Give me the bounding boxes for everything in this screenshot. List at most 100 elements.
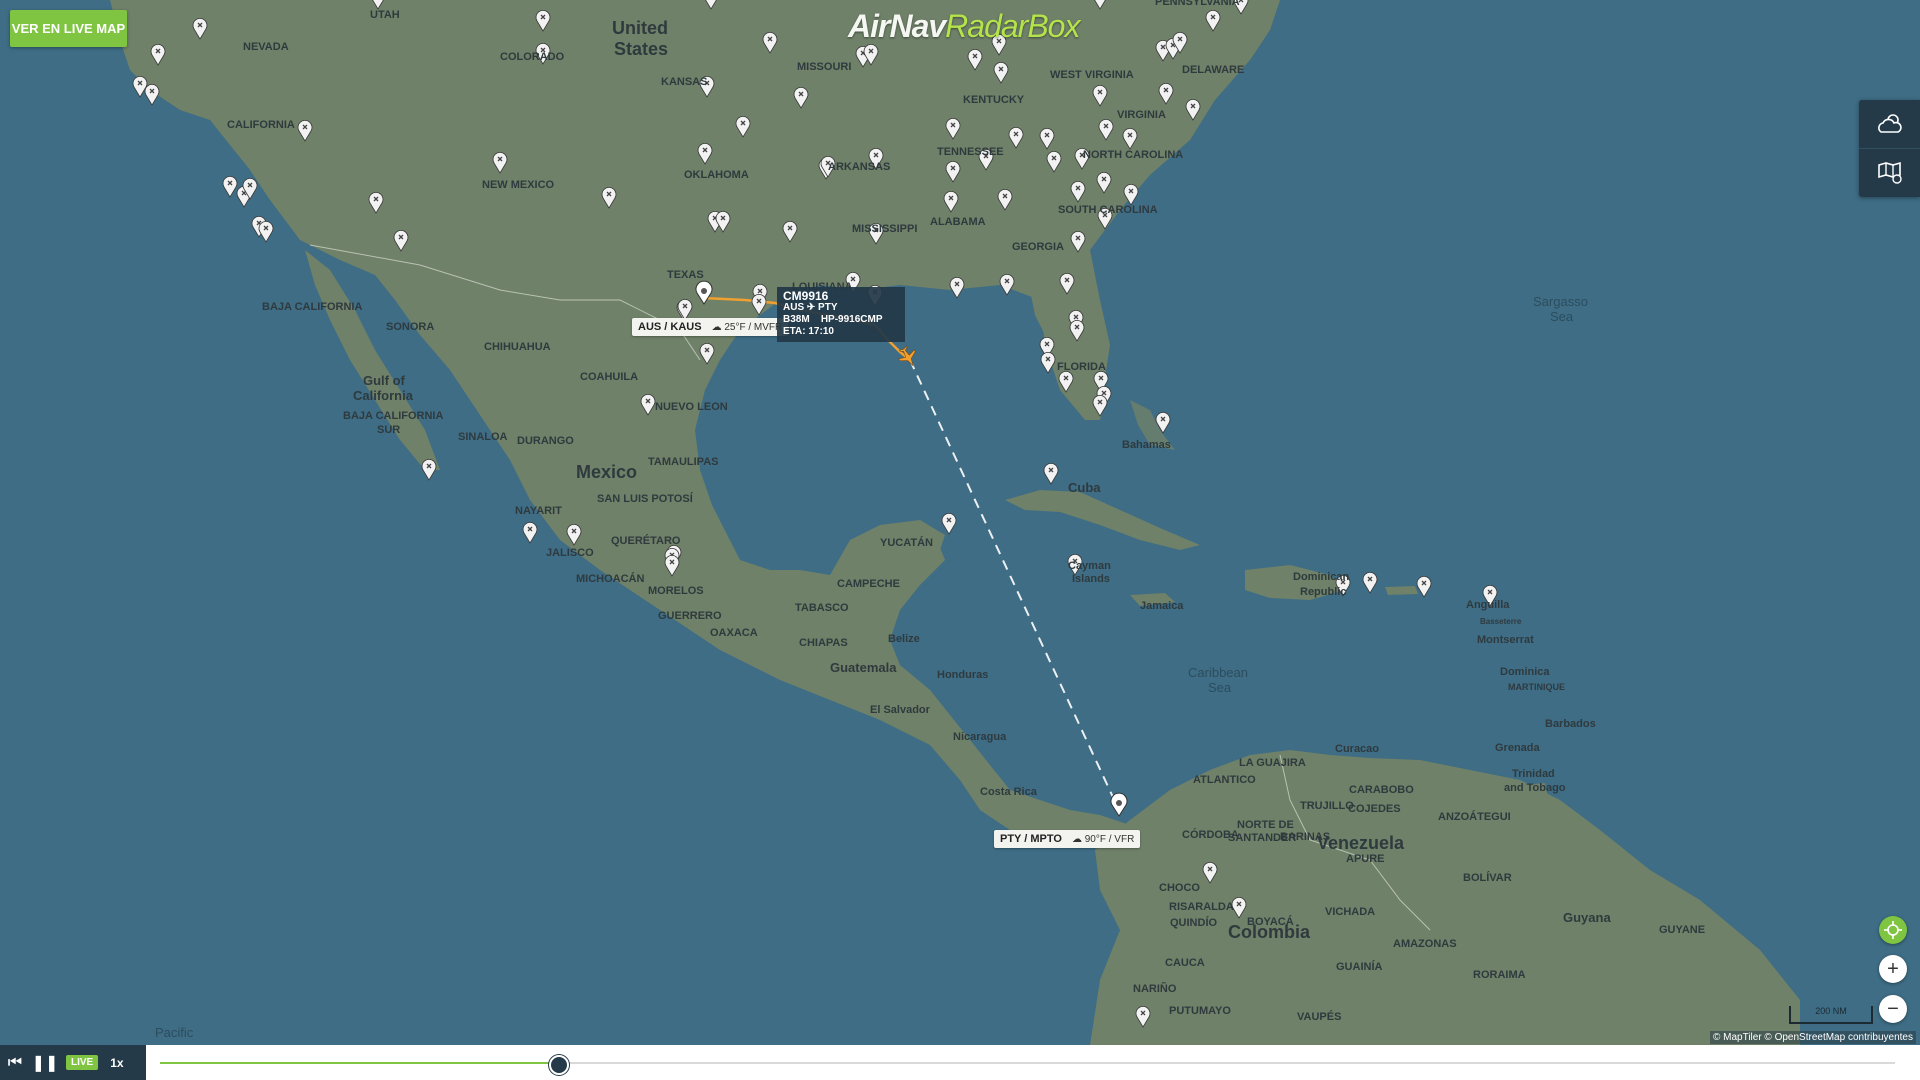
label-apure: APURE xyxy=(1346,853,1385,865)
label-cayman: Cayman xyxy=(1068,560,1111,572)
playback-track[interactable] xyxy=(160,1055,1895,1075)
label-vaupes: VAUPÉS xyxy=(1297,1010,1341,1023)
label-pennsylvania: PENNSYLVANIA xyxy=(1155,0,1240,8)
label-guatemala: Guatemala xyxy=(830,660,897,675)
land-puerto-rico xyxy=(1385,586,1418,595)
label-nevada: NEVADA xyxy=(243,41,289,53)
label-chiapas: CHIAPAS xyxy=(799,637,848,649)
zoom-in-button[interactable]: + xyxy=(1879,955,1907,983)
weather-button[interactable] xyxy=(1859,100,1920,148)
destination-airport-label[interactable]: PTY / MPTO ☁ 90°F / VFR xyxy=(994,830,1141,848)
skip-back-icon[interactable]: ⏮ xyxy=(0,1054,30,1072)
label-delaware: DELAWARE xyxy=(1182,64,1244,76)
map-layers-button[interactable] xyxy=(1859,148,1920,197)
label-texas: TEXAS xyxy=(667,269,704,281)
label-kentucky: KENTUCKY xyxy=(963,94,1025,106)
weather-cloud-icon xyxy=(1877,114,1902,133)
playback-controls: ⏮ ❚❚ LIVE 1x xyxy=(0,1045,146,1080)
label-sc: SOUTH CAROLINA xyxy=(1058,204,1158,216)
map-tools-panel xyxy=(1859,100,1920,197)
label-guainia: GUAINÍA xyxy=(1336,960,1383,973)
label-alabama: ALABAMA xyxy=(930,216,986,228)
label-boyaca: BOYACÁ xyxy=(1247,915,1294,928)
flight-registration: HP-9916CMP xyxy=(820,314,883,325)
destination-code: PTY / MPTO xyxy=(1000,833,1062,845)
label-jalisco: JALISCO xyxy=(546,547,594,559)
zoom-out-button[interactable]: − xyxy=(1879,995,1907,1023)
label-grenada: Grenada xyxy=(1495,742,1541,754)
label-virginia: VIRGINIA xyxy=(1117,109,1166,121)
label-cojedes: COJEDES xyxy=(1348,803,1401,815)
origin-weather: ☁ 25°F / MVFR xyxy=(711,322,783,333)
label-michoacan: MICHOACÁN xyxy=(576,572,644,585)
crosshair-icon xyxy=(1884,921,1902,939)
label-basseterre: Basseterre xyxy=(1480,617,1522,626)
flight-aircraft-type: B38M xyxy=(783,314,810,325)
label-sargasso: Sargasso xyxy=(1533,294,1588,309)
label-slp: SAN LUIS POTOSÍ xyxy=(597,492,694,505)
label-united-states-2: States xyxy=(614,39,668,59)
label-narino: NARIÑO xyxy=(1133,982,1177,995)
label-guajira: LA GUAJIRA xyxy=(1239,757,1306,769)
map-layers-icon xyxy=(1877,161,1902,184)
label-gulf-cal: Gulf of xyxy=(363,373,406,388)
live-map-button[interactable]: VER EN LIVE MAP xyxy=(10,10,127,47)
label-honduras: Honduras xyxy=(937,669,988,681)
label-sinaloa: SINALOA xyxy=(458,431,508,443)
label-anguilla: Anguilla xyxy=(1466,599,1510,611)
pause-icon[interactable]: ❚❚ xyxy=(30,1053,60,1073)
map-attribution[interactable]: © MapTiler © OpenStreetMap contribuyente… xyxy=(1709,1031,1916,1044)
label-yucatan: YUCATÁN xyxy=(880,536,933,549)
label-wv: WEST VIRGINIA xyxy=(1050,69,1134,81)
label-pacific: Pacific xyxy=(155,1025,194,1040)
label-guerrero: GUERRERO xyxy=(658,610,722,622)
label-putumayo: PUTUMAYO xyxy=(1169,1005,1231,1017)
flight-callsign: CM9916 xyxy=(783,289,829,303)
map-scale: 200 NM xyxy=(1789,1006,1873,1024)
flight-info-box[interactable]: CM9916 AUS ✈ PTY B38M HP-9916CMP ETA: 17… xyxy=(777,287,905,342)
label-coahuila: COAHUILA xyxy=(580,371,638,383)
label-el-salvador: El Salvador xyxy=(870,704,931,716)
label-belize: Belize xyxy=(888,633,920,645)
label-islands: Islands xyxy=(1072,573,1110,585)
label-oaxaca: OAXACA xyxy=(710,627,758,639)
label-campeche: CAMPECHE xyxy=(837,578,900,590)
label-tamaulipas: TAMAULIPAS xyxy=(648,456,718,468)
live-indicator[interactable]: LIVE xyxy=(66,1055,99,1070)
label-california: CALIFORNIA xyxy=(227,119,295,131)
label-republic: Republic xyxy=(1300,586,1346,598)
label-costa-rica: Costa Rica xyxy=(980,786,1038,798)
label-tabasco: TABASCO xyxy=(795,602,849,614)
playback-slider-handle[interactable] xyxy=(549,1055,570,1075)
label-cordoba: CÓRDOBA xyxy=(1182,828,1239,841)
label-cuba: Cuba xyxy=(1068,480,1101,495)
label-sonora: SONORA xyxy=(386,321,434,333)
label-nm: NEW MEXICO xyxy=(482,179,555,191)
label-kansas: KANSAS xyxy=(661,76,707,88)
label-missouri: MISSOURI xyxy=(797,61,851,73)
label-united-states: United xyxy=(612,18,668,38)
origin-airport-label[interactable]: AUS / KAUS ☁ 25°F / MVFR xyxy=(632,318,789,336)
label-baja-sur: BAJA CALIFORNIA xyxy=(343,410,443,422)
label-sea: Sea xyxy=(1208,680,1232,695)
label-choco: CHOCO xyxy=(1159,882,1200,894)
map-canvas[interactable]: United States Mexico Cuba Venezuela Colo… xyxy=(0,0,1920,1045)
label-nuevo-leon: NUEVO LEON xyxy=(655,401,728,413)
label-montserrat: Montserrat xyxy=(1477,634,1534,646)
label-venezuela: Venezuela xyxy=(1317,833,1405,853)
label-caribbean: Caribbean xyxy=(1188,665,1248,680)
label-utah: UTAH xyxy=(370,9,400,21)
label-tobago: and Tobago xyxy=(1504,782,1566,794)
label-cauca: CAUCA xyxy=(1165,957,1205,969)
recenter-button[interactable] xyxy=(1879,916,1907,944)
label-trujillo: TRUJILLO xyxy=(1300,800,1354,812)
label-curacao: Curacao xyxy=(1335,743,1379,755)
origin-code: AUS / KAUS xyxy=(638,321,702,333)
destination-weather: ☁ 90°F / VFR xyxy=(1071,834,1135,845)
label-bahamas: Bahamas xyxy=(1122,439,1171,451)
label-roraima: RORAIMA xyxy=(1473,969,1526,981)
playback-speed[interactable]: 1x xyxy=(110,1056,123,1070)
label-mississippi: MISSISSIPPI xyxy=(852,223,917,235)
label-queretaro: QUERÉTARO xyxy=(611,534,681,547)
label-martinique: MARTINIQUE xyxy=(1508,682,1565,692)
